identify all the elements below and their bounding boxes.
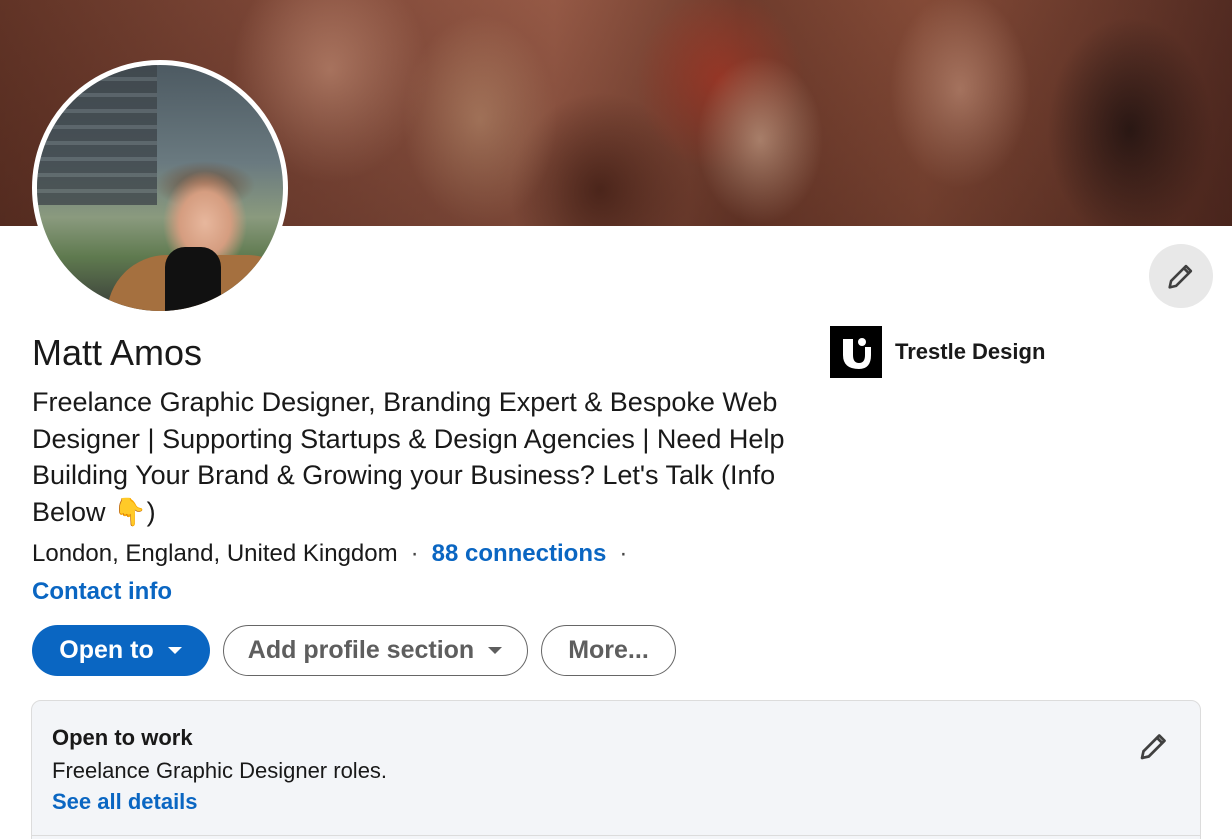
- open-to-button[interactable]: Open to: [32, 625, 210, 676]
- add-profile-section-label: Add profile section: [247, 636, 475, 664]
- open-to-work-description: Freelance Graphic Designer roles.: [52, 758, 388, 783]
- profile-location: London, England, United Kingdom: [32, 540, 398, 567]
- open-to-label: Open to: [59, 636, 154, 664]
- edit-intro-button[interactable]: [1149, 244, 1213, 308]
- separator-dot: ·: [410, 540, 419, 567]
- photo-background-building: [37, 65, 157, 205]
- location-row: London, England, United Kingdom · 88 con…: [32, 540, 640, 568]
- profile-photo[interactable]: [32, 60, 288, 316]
- open-to-work-title: Open to work: [52, 725, 193, 750]
- trestle-design-logo: [830, 326, 882, 378]
- edit-open-to-work-button[interactable]: [1136, 728, 1172, 769]
- separator-dot: ·: [619, 540, 628, 567]
- open-to-work-card: Open to work Freelance Graphic Designer …: [31, 700, 1201, 839]
- more-label: More...: [568, 636, 649, 664]
- contact-info-link[interactable]: Contact info: [32, 578, 172, 606]
- caret-down-icon: [488, 646, 503, 654]
- more-button[interactable]: More...: [541, 625, 676, 676]
- company-name: Trestle Design: [895, 339, 1046, 364]
- pencil-icon: [1140, 734, 1166, 760]
- caret-down-icon: [167, 646, 182, 654]
- connections-link[interactable]: 88 connections: [432, 540, 607, 568]
- company-logo-icon: [843, 338, 871, 369]
- see-all-details-link[interactable]: See all details: [52, 789, 198, 815]
- current-company[interactable]: Trestle Design: [830, 326, 1045, 378]
- profile-name: Matt Amos: [32, 332, 203, 373]
- add-profile-section-button[interactable]: Add profile section: [223, 625, 528, 676]
- pencil-icon: [1168, 264, 1193, 289]
- profile-headline: Freelance Graphic Designer, Branding Exp…: [32, 387, 785, 527]
- card-divider: [32, 835, 1200, 836]
- photo-shirt: [165, 247, 221, 311]
